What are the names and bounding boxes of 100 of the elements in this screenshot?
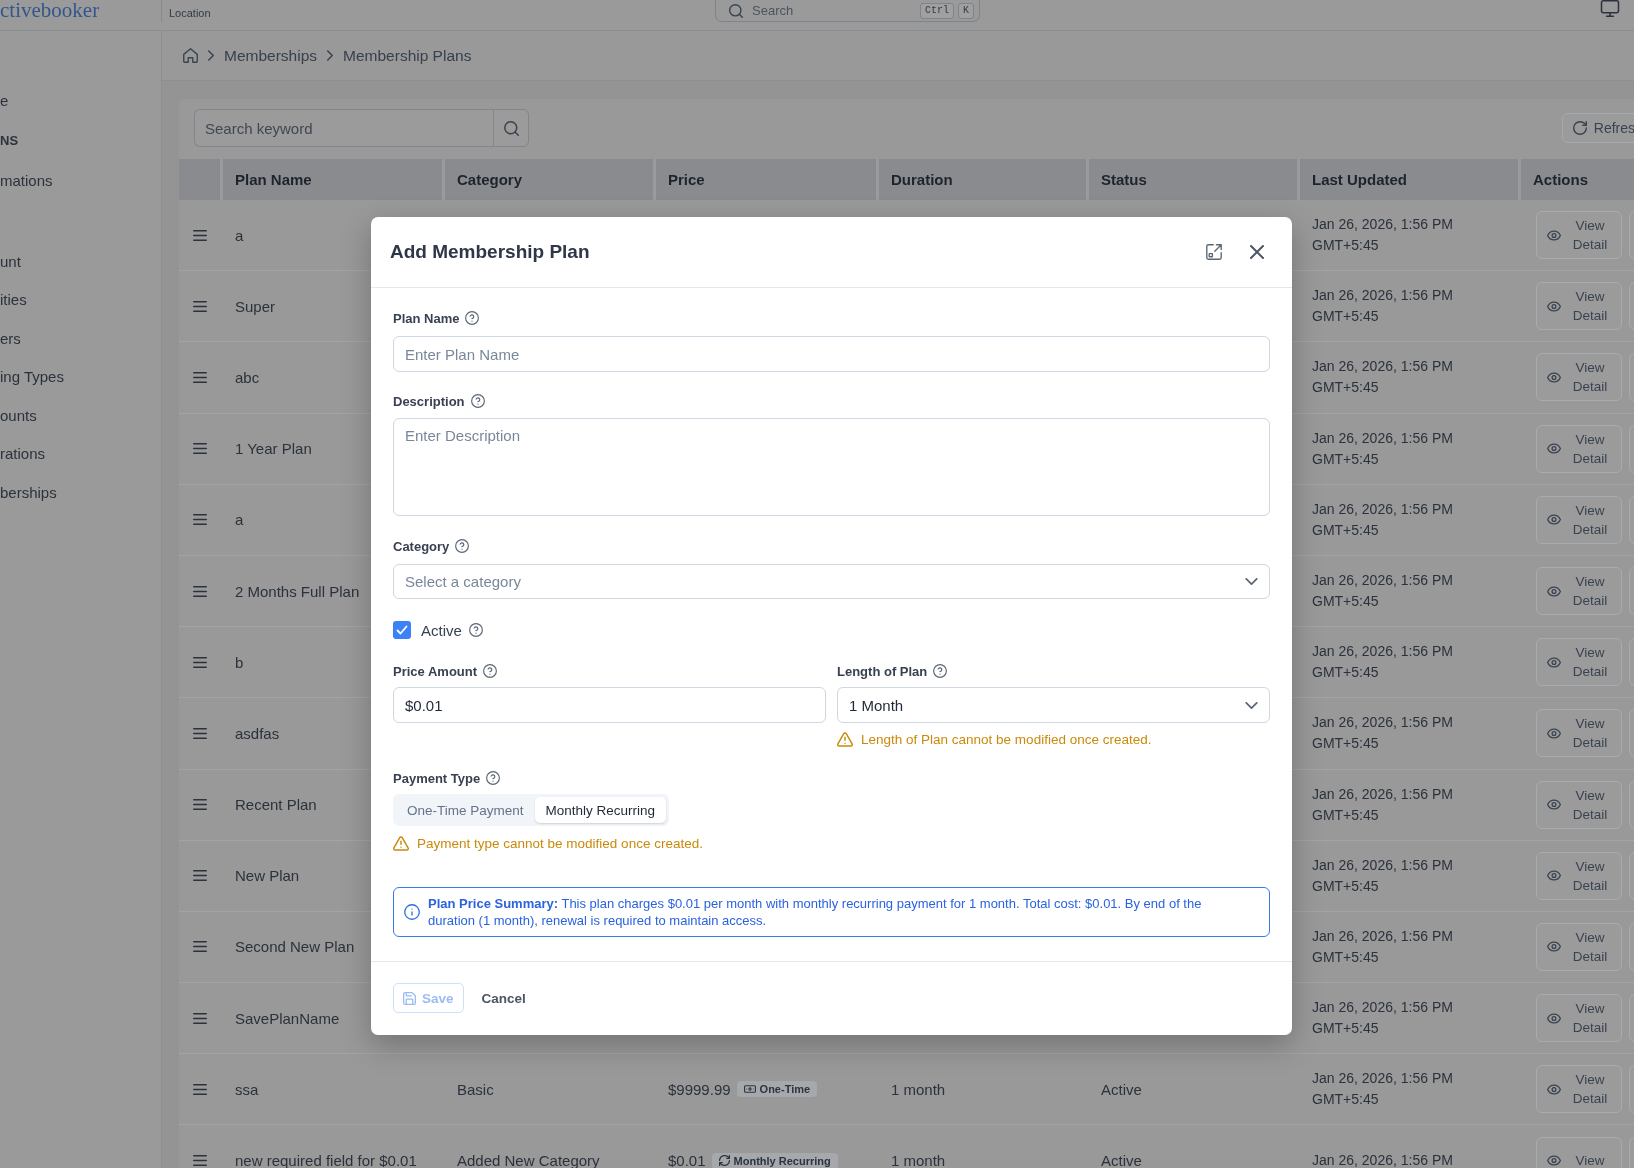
- logo-text: ctivebooker: [0, 0, 100, 21]
- field-label: Description: [393, 393, 465, 409]
- help-icon[interactable]: [455, 539, 470, 553]
- breadcrumb-current: Membership Plans: [343, 46, 472, 65]
- column-header: Duration: [891, 171, 953, 188]
- drag-handle-icon[interactable]: [192, 585, 207, 597]
- last-updated-text: Jan 26, 2026, 1:56 PM GMT+5:45: [1312, 926, 1454, 967]
- monitor-icon[interactable]: [1600, 0, 1620, 17]
- warning-icon: [393, 835, 409, 851]
- length-select[interactable]: 1 Month: [837, 687, 1270, 723]
- eye-icon: [1547, 300, 1561, 312]
- plan-name: 1 Year Plan: [235, 440, 312, 458]
- drag-handle-icon[interactable]: [192, 870, 207, 882]
- nav-item[interactable]: ities: [0, 291, 27, 309]
- eye-icon: [1547, 799, 1561, 811]
- view-detail-button[interactable]: View Detail: [1536, 922, 1622, 971]
- checkbox-label: Active: [421, 621, 462, 639]
- category-select[interactable]: Select a category: [393, 564, 1270, 599]
- last-updated-text: Jan 26, 2026, 1:56 PM GMT+5:45: [1312, 784, 1454, 825]
- price-input[interactable]: $0.01: [393, 687, 826, 723]
- search-icon: [503, 120, 519, 136]
- column-header: Plan Name: [235, 171, 312, 188]
- view-detail-button[interactable]: View Detail: [1536, 638, 1622, 687]
- eye-icon: [1547, 585, 1561, 597]
- nav-item[interactable]: e: [0, 91, 9, 109]
- nav-item[interactable]: ing Types: [0, 368, 64, 386]
- view-detail-button[interactable]: View Detail: [1536, 709, 1622, 758]
- plan-name: abc: [235, 368, 260, 386]
- help-icon[interactable]: [465, 311, 480, 325]
- payment-type-option[interactable]: Monthly Recurring: [534, 797, 667, 823]
- view-detail-button[interactable]: View Detail: [1536, 353, 1622, 402]
- payment-type-label: One-Time: [759, 1083, 811, 1096]
- plan-name: 2 Months Full Plan: [235, 582, 360, 600]
- view-detail-button[interactable]: View Detail: [1536, 424, 1622, 473]
- last-updated-text: Jan 26, 2026, 1:56 PM GMT+5:45: [1312, 713, 1454, 754]
- field-label: Category: [393, 538, 450, 554]
- search-icon: [729, 4, 743, 18]
- view-detail-button[interactable]: View Detail: [1536, 994, 1622, 1043]
- refresh-icon: [1572, 121, 1587, 135]
- column-header: Status: [1101, 171, 1147, 188]
- plan-name: New Plan: [235, 867, 300, 885]
- column-header: Actions: [1533, 171, 1588, 188]
- help-icon[interactable]: [933, 664, 948, 678]
- drag-handle-icon[interactable]: [192, 514, 207, 526]
- eye-icon: [1547, 656, 1561, 668]
- view-detail-button[interactable]: View Detail: [1536, 1065, 1622, 1114]
- view-detail-button[interactable]: View Detail: [1536, 780, 1622, 829]
- view-detail-button[interactable]: View Detail: [1536, 851, 1622, 900]
- chevron-down-icon: [1245, 701, 1258, 709]
- price-text: $0.01: [668, 1152, 706, 1168]
- breadcrumb-link[interactable]: Memberships: [224, 46, 318, 65]
- field-label: Price Amount: [393, 663, 478, 679]
- search-field[interactable]: Search keyword: [194, 109, 493, 147]
- view-detail-button[interactable]: View Detail: [1536, 282, 1622, 331]
- eye-icon: [1547, 727, 1561, 739]
- view-detail-button[interactable]: View Detail: [1536, 495, 1622, 544]
- eye-icon: [1547, 1083, 1561, 1095]
- nav-item[interactable]: berships: [0, 483, 57, 501]
- help-icon[interactable]: [468, 623, 483, 637]
- close-icon[interactable]: [1250, 245, 1264, 259]
- help-icon[interactable]: [470, 394, 485, 408]
- drag-handle-icon[interactable]: [192, 229, 207, 241]
- help-icon[interactable]: [483, 664, 498, 678]
- drag-handle-icon[interactable]: [192, 941, 207, 953]
- drag-handle-icon[interactable]: [192, 799, 207, 811]
- payment-type-option[interactable]: One-Time Payment: [396, 797, 535, 823]
- drag-handle-icon[interactable]: [192, 300, 207, 312]
- refresh-button[interactable]: Refres: [1561, 113, 1634, 143]
- drag-handle-icon[interactable]: [192, 1155, 207, 1167]
- last-updated-text: Jan 26, 2026, 1:56 PM GMT+5:45: [1312, 499, 1454, 540]
- view-detail-button[interactable]: View: [1536, 1136, 1622, 1168]
- nav-item[interactable]: rations: [0, 445, 46, 463]
- cancel-button[interactable]: Cancel: [479, 983, 528, 1013]
- last-updated-text: Jan 26, 2026, 1:56 PM GMT+5:45: [1312, 855, 1454, 896]
- field-label: Plan Name: [393, 310, 460, 326]
- view-detail-button[interactable]: View Detail: [1536, 211, 1622, 260]
- drag-handle-icon[interactable]: [192, 1083, 207, 1095]
- view-detail-button[interactable]: View Detail: [1536, 567, 1622, 616]
- search-button[interactable]: [493, 109, 529, 147]
- home-icon[interactable]: [183, 48, 198, 63]
- drag-handle-icon[interactable]: [192, 656, 207, 668]
- plan-name-input[interactable]: Enter Plan Name: [393, 336, 1270, 372]
- drag-handle-icon[interactable]: [192, 727, 207, 739]
- last-updated-text: Jan 26, 2026, 1:56 PM GMT+5:45: [1312, 642, 1454, 683]
- field-label: Payment Type: [393, 770, 481, 786]
- nav-item[interactable]: mations: [0, 172, 53, 190]
- nav-item[interactable]: unt: [0, 252, 21, 270]
- help-icon[interactable]: [486, 771, 501, 785]
- nav-item[interactable]: ounts: [0, 406, 37, 424]
- nav-item[interactable]: ers: [0, 329, 21, 347]
- drag-handle-icon[interactable]: [192, 1012, 207, 1024]
- drag-handle-icon[interactable]: [192, 371, 207, 383]
- chevron-right-icon: [208, 50, 214, 61]
- description-input[interactable]: Enter Description: [393, 418, 1270, 516]
- expand-icon[interactable]: [1206, 244, 1222, 260]
- eye-icon: [1547, 514, 1561, 526]
- shortcut-key: K: [958, 3, 974, 19]
- drag-handle-icon[interactable]: [192, 443, 207, 455]
- eye-icon: [1547, 941, 1561, 953]
- checkbox[interactable]: [393, 621, 411, 639]
